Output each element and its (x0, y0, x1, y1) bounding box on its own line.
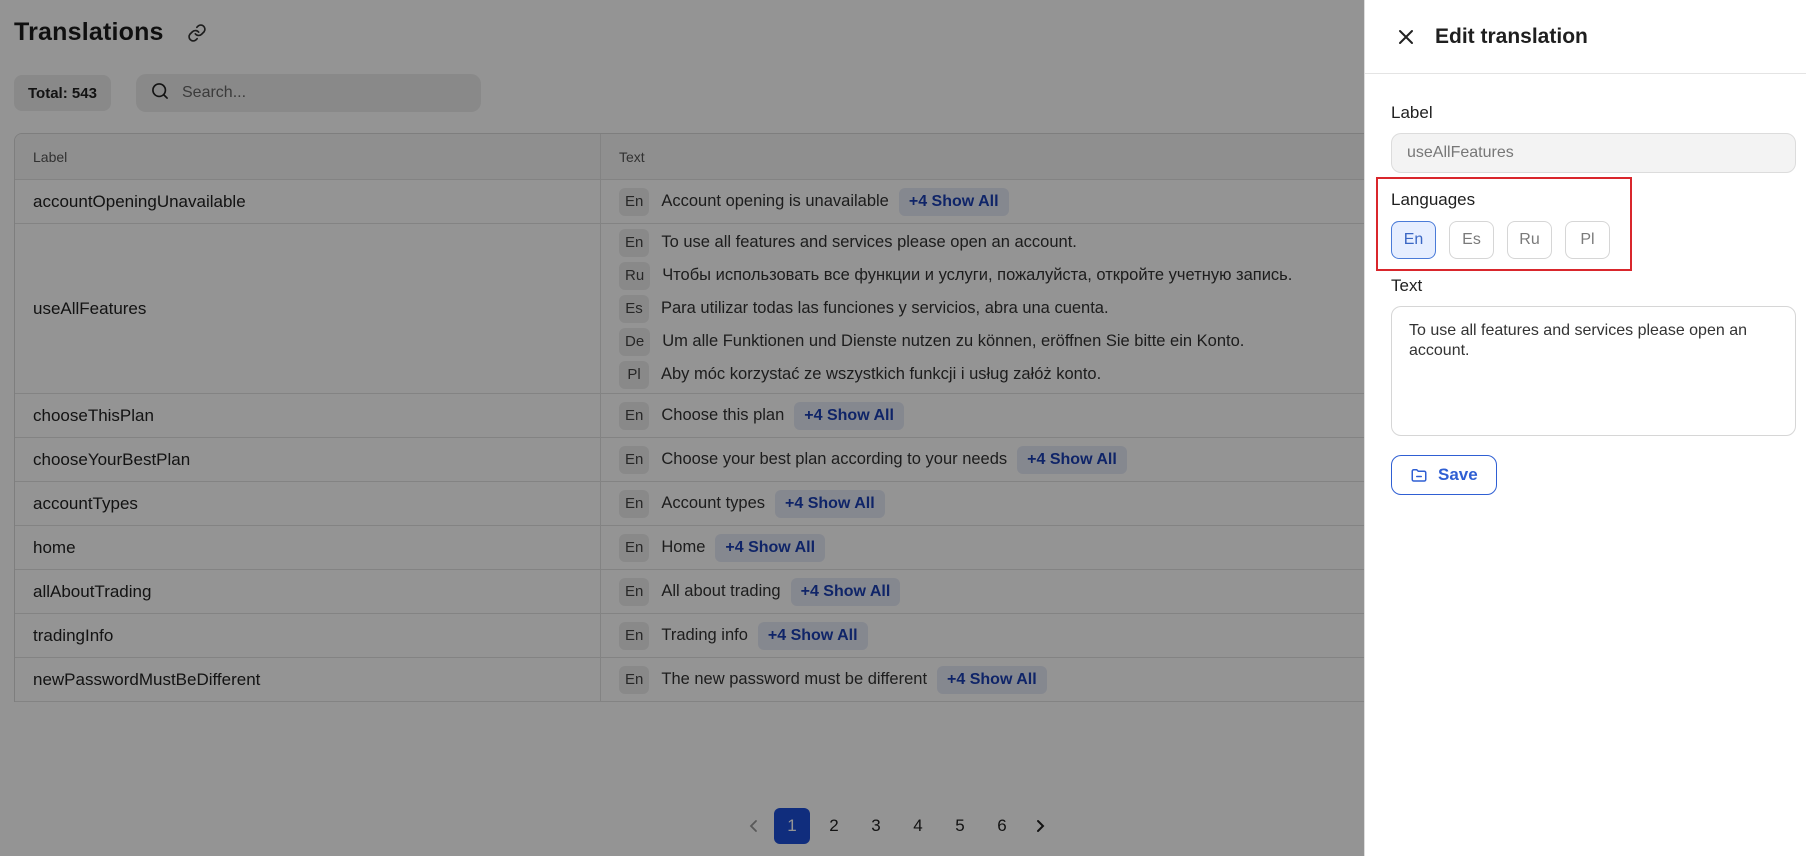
text-field-label: Text (1391, 276, 1423, 295)
language-button-es[interactable]: Es (1449, 221, 1494, 259)
label-field[interactable] (1391, 133, 1796, 173)
language-button-en[interactable]: En (1391, 221, 1436, 259)
language-button-ru[interactable]: Ru (1507, 221, 1552, 259)
save-button[interactable]: Save (1391, 455, 1497, 495)
close-icon[interactable] (1395, 26, 1417, 48)
label-field-label: Label (1391, 103, 1433, 122)
text-field[interactable]: To use all features and services please … (1391, 306, 1796, 436)
language-selector: En Es Ru Pl (1391, 221, 1623, 259)
drawer-header: Edit translation (1365, 0, 1806, 74)
drawer-title: Edit translation (1435, 24, 1588, 48)
language-button-pl[interactable]: Pl (1565, 221, 1610, 259)
languages-label: Languages (1391, 190, 1476, 209)
save-button-label: Save (1438, 465, 1478, 484)
save-icon (1410, 466, 1428, 484)
modal-overlay[interactable] (0, 0, 1364, 856)
